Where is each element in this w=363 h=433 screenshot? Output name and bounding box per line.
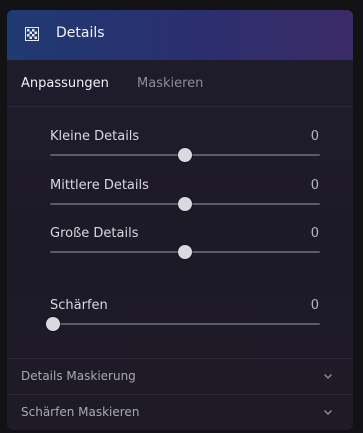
panel-title: Details <box>56 25 105 41</box>
slider-grosse-details: Große Details 0 <box>7 226 353 266</box>
tab-maskieren[interactable]: Maskieren <box>137 76 203 91</box>
slider-value[interactable]: 0 <box>311 298 319 313</box>
slider-value[interactable]: 0 <box>311 178 319 193</box>
slider-track[interactable] <box>50 323 320 325</box>
tab-anpassungen[interactable]: Anpassungen <box>21 76 109 91</box>
section-label: Details Maskierung <box>21 369 136 383</box>
section-details-maskierung[interactable]: Details Maskierung <box>7 358 353 393</box>
slider-label: Schärfen <box>50 298 108 313</box>
panel-header[interactable]: Details <box>7 10 353 60</box>
chevron-down-icon[interactable] <box>323 371 333 381</box>
slider-kleine-details: Kleine Details 0 <box>7 129 353 169</box>
slider-value[interactable]: 0 <box>311 129 319 144</box>
details-panel: Details Anpassungen Maskieren Kleine Det… <box>7 10 353 430</box>
slider-value[interactable]: 0 <box>311 226 319 241</box>
section-label: Schärfen Maskieren <box>21 405 140 419</box>
slider-thumb[interactable] <box>178 245 192 259</box>
chevron-down-icon[interactable] <box>323 407 333 417</box>
slider-label: Mittlere Details <box>50 178 149 193</box>
slider-thumb[interactable] <box>178 197 192 211</box>
checker-icon <box>25 27 39 41</box>
tab-bar: Anpassungen Maskieren <box>7 72 353 106</box>
slider-thumb[interactable] <box>178 148 192 162</box>
section-schaerfen-maskieren[interactable]: Schärfen Maskieren <box>7 394 353 429</box>
slider-label: Kleine Details <box>50 129 140 144</box>
tabs-divider <box>7 106 353 107</box>
slider-label: Große Details <box>50 226 139 241</box>
slider-thumb[interactable] <box>46 317 60 331</box>
slider-schaerfen: Schärfen 0 <box>7 298 353 338</box>
slider-mittlere-details: Mittlere Details 0 <box>7 178 353 218</box>
